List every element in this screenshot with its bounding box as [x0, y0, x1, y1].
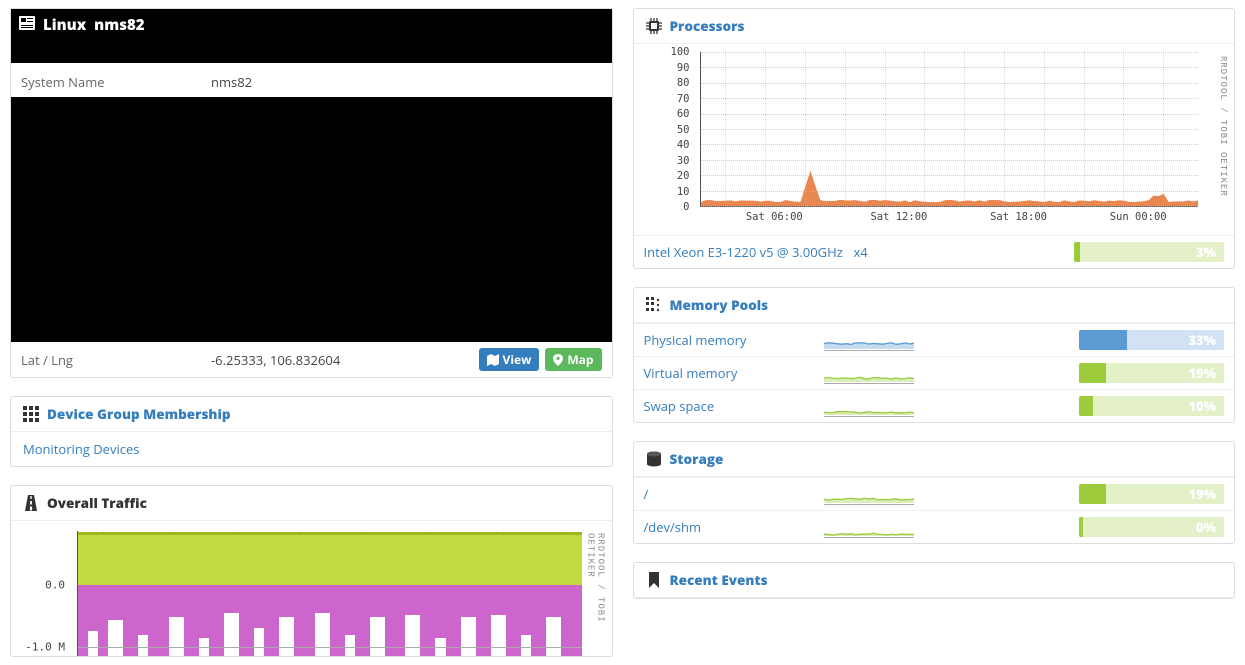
- traffic-out-area: [78, 585, 582, 656]
- storage-icon: [646, 451, 662, 467]
- usage-bar: 19%: [1079, 363, 1224, 383]
- usage-row: Swap space 10%: [634, 389, 1235, 422]
- traffic-panel: Overall Traffic 0.0-1.0 M: [10, 485, 613, 657]
- map-pin-icon: [553, 354, 563, 366]
- usage-link[interactable]: Physical memory: [644, 331, 747, 349]
- system-name-value: nms82: [211, 73, 602, 91]
- groups-panel: Device Group Membership Monitoring Devic…: [10, 396, 613, 467]
- usage-bar: 10%: [1079, 396, 1224, 416]
- device-title-bar: Linux nms82: [11, 9, 612, 63]
- memory-panel: Memory Pools Physical memory 33% Virtual m…: [633, 287, 1236, 423]
- events-title: Recent Events: [670, 571, 768, 589]
- memory-title: Memory Pools: [670, 296, 769, 314]
- processor-multiplier: x4: [854, 243, 904, 261]
- processor-link[interactable]: Intel Xeon E3-1220 v5 @ 3.00GHz: [644, 243, 843, 261]
- usage-pct: 19%: [1188, 363, 1216, 383]
- storage-panel: Storage / 19% /dev/shm 0%: [633, 441, 1236, 544]
- traffic-chart: 0.0-1.0 M: [11, 521, 612, 656]
- bookmark-icon: [646, 572, 662, 588]
- usage-link[interactable]: Swap space: [644, 397, 715, 415]
- processors-chart: 0102030405060708090100 Sat 06:00Sat 12:0…: [634, 44, 1235, 235]
- processors-plot: [700, 52, 1199, 207]
- usage-row: /dev/shm 0%: [634, 510, 1235, 543]
- host-card-icon: [19, 15, 35, 31]
- rrdtool-stamp: RRDTOOL / TOBI OETIKER: [586, 533, 606, 656]
- usage-bar: 33%: [1079, 330, 1224, 350]
- group-link[interactable]: Monitoring Devices: [23, 440, 139, 458]
- usage-link[interactable]: Virtual memory: [644, 364, 738, 382]
- usage-link[interactable]: /: [644, 485, 649, 503]
- usage-row: / 19%: [634, 477, 1235, 510]
- device-panel: Linux nms82 System Name nms82 Lat / Lng …: [10, 8, 613, 378]
- sparkline: [824, 484, 914, 505]
- traffic-plot: [77, 531, 582, 656]
- traffic-in-area: [78, 535, 582, 585]
- road-icon: [23, 495, 39, 511]
- sparkline: [824, 330, 914, 351]
- grid-icon: [23, 406, 39, 422]
- map-button-label: Map: [567, 351, 593, 368]
- usage-row: Physical memory 33%: [634, 323, 1235, 356]
- device-os-label: Linux: [43, 15, 86, 35]
- usage-pct: 10%: [1188, 396, 1216, 416]
- cpu-icon: [646, 18, 662, 34]
- usage-bar: 19%: [1079, 484, 1224, 504]
- usage-pct: 19%: [1188, 484, 1216, 504]
- storage-title: Storage: [670, 450, 724, 468]
- device-hostname: nms82: [94, 15, 144, 35]
- processors-title: Processors: [670, 17, 745, 35]
- map-flat-icon: [487, 354, 499, 366]
- system-name-label: System Name: [21, 73, 211, 91]
- processor-usage-bar: 3%: [1074, 242, 1224, 262]
- sparkline: [824, 517, 914, 538]
- groups-title: Device Group Membership: [47, 405, 231, 423]
- map-button[interactable]: Map: [545, 348, 601, 371]
- usage-row: Virtual memory 19%: [634, 356, 1235, 389]
- usage-link[interactable]: /dev/shm: [644, 518, 701, 536]
- latlng-label: Lat / Lng: [21, 351, 211, 369]
- processors-panel: Processors 0102030405060708090100 Sat 06…: [633, 8, 1236, 269]
- traffic-title: Overall Traffic: [47, 494, 147, 512]
- device-details-redacted: [11, 97, 612, 342]
- sparkline: [824, 396, 914, 417]
- sparkline: [824, 363, 914, 384]
- view-button-label: View: [503, 351, 532, 368]
- usage-pct: 33%: [1188, 330, 1216, 350]
- usage-pct: 0%: [1196, 517, 1216, 537]
- processor-usage-pct: 3%: [1196, 242, 1216, 262]
- memory-icon: [646, 297, 662, 313]
- latlng-value: -6.25333, 106.832604: [211, 351, 479, 369]
- processor-row: Intel Xeon E3-1220 v5 @ 3.00GHz x4 3%: [634, 235, 1235, 268]
- rrdtool-stamp: RRDTOOL / TOBI OETIKER: [1218, 56, 1228, 197]
- usage-bar: 0%: [1079, 517, 1224, 537]
- view-button[interactable]: View: [479, 348, 540, 371]
- events-panel: Recent Events: [633, 562, 1236, 599]
